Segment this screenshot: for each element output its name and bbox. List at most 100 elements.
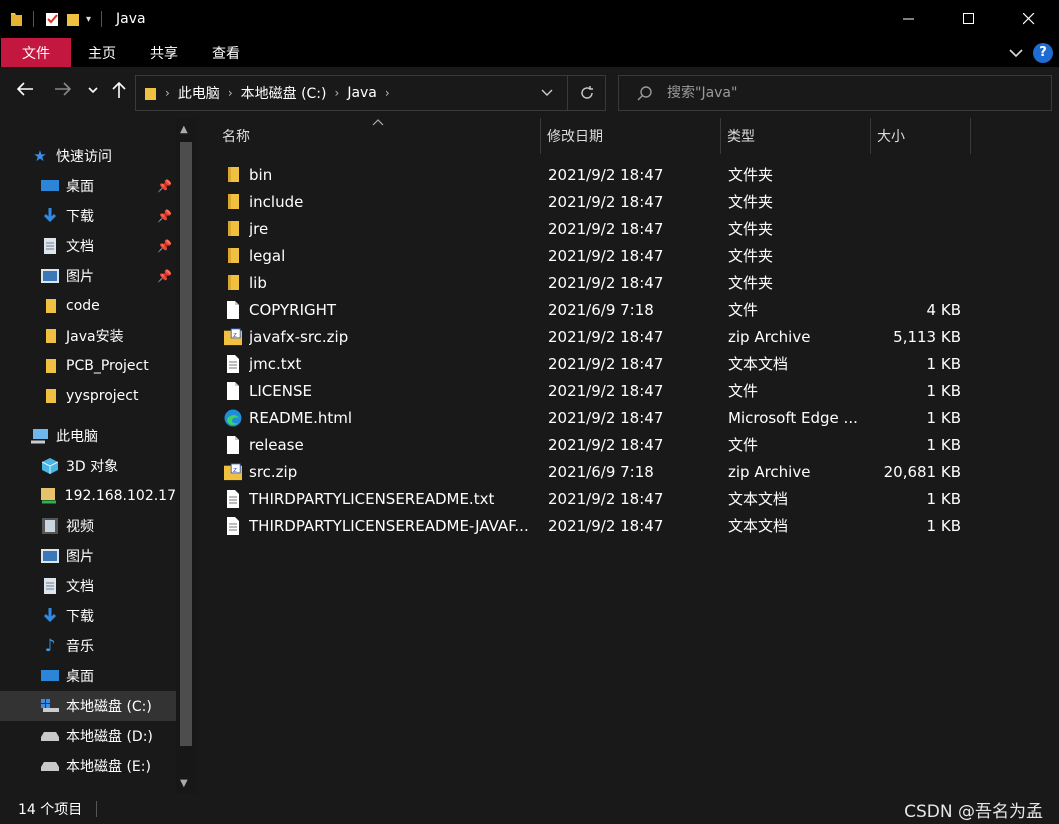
search-icon	[637, 85, 653, 101]
nav-item-pictures-pc[interactable]: 图片	[0, 541, 176, 571]
customize-toolbar-icon[interactable]: ▾	[86, 14, 91, 25]
nav-item-documents[interactable]: 文档 📌	[0, 231, 176, 261]
file-row[interactable]: release 2021/9/2 18:47 文件 1 KB	[220, 431, 970, 458]
nav-item-java-install[interactable]: Java安装	[0, 321, 176, 351]
search-input[interactable]	[667, 85, 1027, 101]
file-name: jre	[249, 219, 269, 238]
nav-item-pictures[interactable]: 图片 📌	[0, 261, 176, 291]
help-icon[interactable]: ?	[1033, 42, 1053, 63]
column-header-size[interactable]: 大小	[871, 118, 971, 154]
tab-file[interactable]: 文件	[1, 38, 71, 67]
close-button[interactable]	[999, 0, 1059, 38]
pin-icon[interactable]: 📌	[157, 269, 172, 283]
video-icon	[40, 518, 60, 534]
nav-item-code[interactable]: code	[0, 291, 176, 321]
scroll-down-icon[interactable]: ▼	[180, 778, 188, 789]
scroll-up-icon[interactable]: ▲	[180, 124, 188, 135]
nav-label: 快速访问	[56, 149, 112, 165]
pin-icon[interactable]: 📌	[157, 179, 172, 193]
computer-icon	[30, 428, 50, 444]
file-size: 1 KB	[926, 516, 961, 535]
nav-item-documents-pc[interactable]: 文档	[0, 571, 176, 601]
scrollbar-thumb[interactable]	[180, 142, 192, 746]
zip-archive-icon: z	[224, 327, 242, 346]
folder-icon	[224, 247, 242, 265]
nav-label: 文档	[66, 579, 94, 595]
column-header-type[interactable]: 类型	[721, 118, 871, 154]
chevron-right-icon[interactable]: ›	[335, 86, 340, 100]
item-count: 14 个项目	[18, 802, 83, 818]
file-row[interactable]: include 2021/9/2 18:47 文件夹	[220, 188, 970, 215]
file-row[interactable]: THIRDPARTYLICENSEREADME-JAVAF... 2021/9/2…	[220, 512, 970, 539]
new-folder-icon[interactable]	[66, 11, 80, 27]
file-row[interactable]: COPYRIGHT 2021/6/9 7:18 文件 4 KB	[220, 296, 970, 323]
nav-item-network-drive[interactable]: 192.168.102.17	[0, 481, 176, 511]
nav-scrollbar[interactable]: ▲ ▼	[176, 118, 196, 794]
chevron-right-icon[interactable]: ›	[228, 86, 233, 100]
file-row[interactable]: z javafx-src.zip 2021/9/2 18:47 zip Archive…	[220, 323, 970, 350]
nav-item-3d-objects[interactable]: 3D 对象	[0, 451, 176, 481]
up-button[interactable]	[112, 81, 126, 99]
file-row[interactable]: legal 2021/9/2 18:47 文件夹	[220, 242, 970, 269]
address-history-dropdown[interactable]	[541, 89, 553, 97]
file-row[interactable]: README.html 2021/9/2 18:47 Microsoft Edge …	[220, 404, 970, 431]
file-row[interactable]: LICENSE 2021/9/2 18:47 文件 1 KB	[220, 377, 970, 404]
file-size: 1 KB	[926, 381, 961, 400]
text-file-icon	[224, 489, 242, 508]
nav-item-music[interactable]: ♪ 音乐	[0, 631, 176, 661]
nav-this-pc[interactable]: 此电脑	[0, 421, 176, 451]
breadcrumb-this-pc[interactable]: 此电脑	[178, 83, 220, 103]
nav-label: 桌面	[66, 179, 94, 195]
maximize-button[interactable]	[939, 0, 999, 38]
search-box[interactable]	[618, 75, 1052, 111]
nav-item-downloads[interactable]: 下载 📌	[0, 201, 176, 231]
back-button[interactable]	[16, 81, 34, 97]
nav-item-downloads-pc[interactable]: 下载	[0, 601, 176, 631]
file-icon	[224, 300, 242, 319]
breadcrumb-java[interactable]: Java	[347, 85, 377, 101]
folder-icon	[224, 274, 242, 292]
svg-text:z: z	[233, 465, 237, 474]
nav-quick-access[interactable]: ★ 快速访问	[30, 141, 200, 171]
chevron-right-icon[interactable]: ›	[165, 86, 170, 100]
chevron-right-icon[interactable]: ›	[385, 86, 390, 100]
tab-home[interactable]: 主页	[71, 38, 133, 67]
file-row[interactable]: lib 2021/9/2 18:47 文件夹	[220, 269, 970, 296]
address-bar[interactable]: › 此电脑 › 本地磁盘 (C:) › Java ›	[135, 75, 606, 111]
recent-locations-button[interactable]	[88, 87, 98, 95]
tab-view[interactable]: 查看	[195, 38, 257, 67]
expand-ribbon-icon[interactable]	[1009, 48, 1023, 58]
column-header-date[interactable]: 修改日期	[541, 118, 721, 154]
file-row[interactable]: z src.zip 2021/6/9 7:18 zip Archive 20,681 K…	[220, 458, 970, 485]
file-size: 1 KB	[926, 354, 961, 373]
nav-item-desktop-pc[interactable]: 桌面	[0, 661, 176, 691]
file-row[interactable]: THIRDPARTYLICENSEREADME.txt 2021/9/2 18:4…	[220, 485, 970, 512]
nav-item-desktop[interactable]: 桌面 📌	[0, 171, 176, 201]
file-row[interactable]: bin 2021/9/2 18:47 文件夹	[220, 161, 970, 188]
ribbon-tabs: 文件 主页 共享 查看 ?	[0, 38, 1059, 67]
column-header-name[interactable]: 名称	[216, 118, 541, 154]
minimize-button[interactable]	[879, 0, 939, 38]
file-date: 2021/9/2 18:47	[548, 273, 664, 292]
nav-item-local-disk-d[interactable]: 本地磁盘 (D:)	[0, 721, 176, 751]
pin-icon[interactable]: 📌	[157, 209, 172, 223]
toolbar-divider	[101, 11, 103, 27]
tab-share[interactable]: 共享	[133, 38, 195, 67]
nav-item-yysproject[interactable]: yysproject	[0, 381, 176, 411]
nav-item-local-disk-e[interactable]: 本地磁盘 (E:)	[0, 751, 176, 781]
file-row[interactable]: jmc.txt 2021/9/2 18:47 文本文档 1 KB	[220, 350, 970, 377]
text-file-icon	[224, 354, 242, 373]
properties-icon[interactable]	[44, 11, 60, 27]
nav-item-videos[interactable]: 视频	[0, 511, 176, 541]
nav-item-pcb-project[interactable]: PCB_Project	[0, 351, 176, 381]
file-row[interactable]: jre 2021/9/2 18:47 文件夹	[220, 215, 970, 242]
nav-label: 文档	[66, 239, 94, 255]
breadcrumb-local-disk-c[interactable]: 本地磁盘 (C:)	[241, 83, 327, 103]
forward-button[interactable]	[54, 81, 72, 97]
file-name: src.zip	[249, 462, 298, 481]
nav-item-local-disk-c[interactable]: 本地磁盘 (C:)	[0, 691, 176, 721]
refresh-button[interactable]	[567, 76, 605, 110]
file-name: THIRDPARTYLICENSEREADME.txt	[249, 489, 495, 508]
pin-icon[interactable]: 📌	[157, 239, 172, 253]
file-size: 1 KB	[926, 435, 961, 454]
